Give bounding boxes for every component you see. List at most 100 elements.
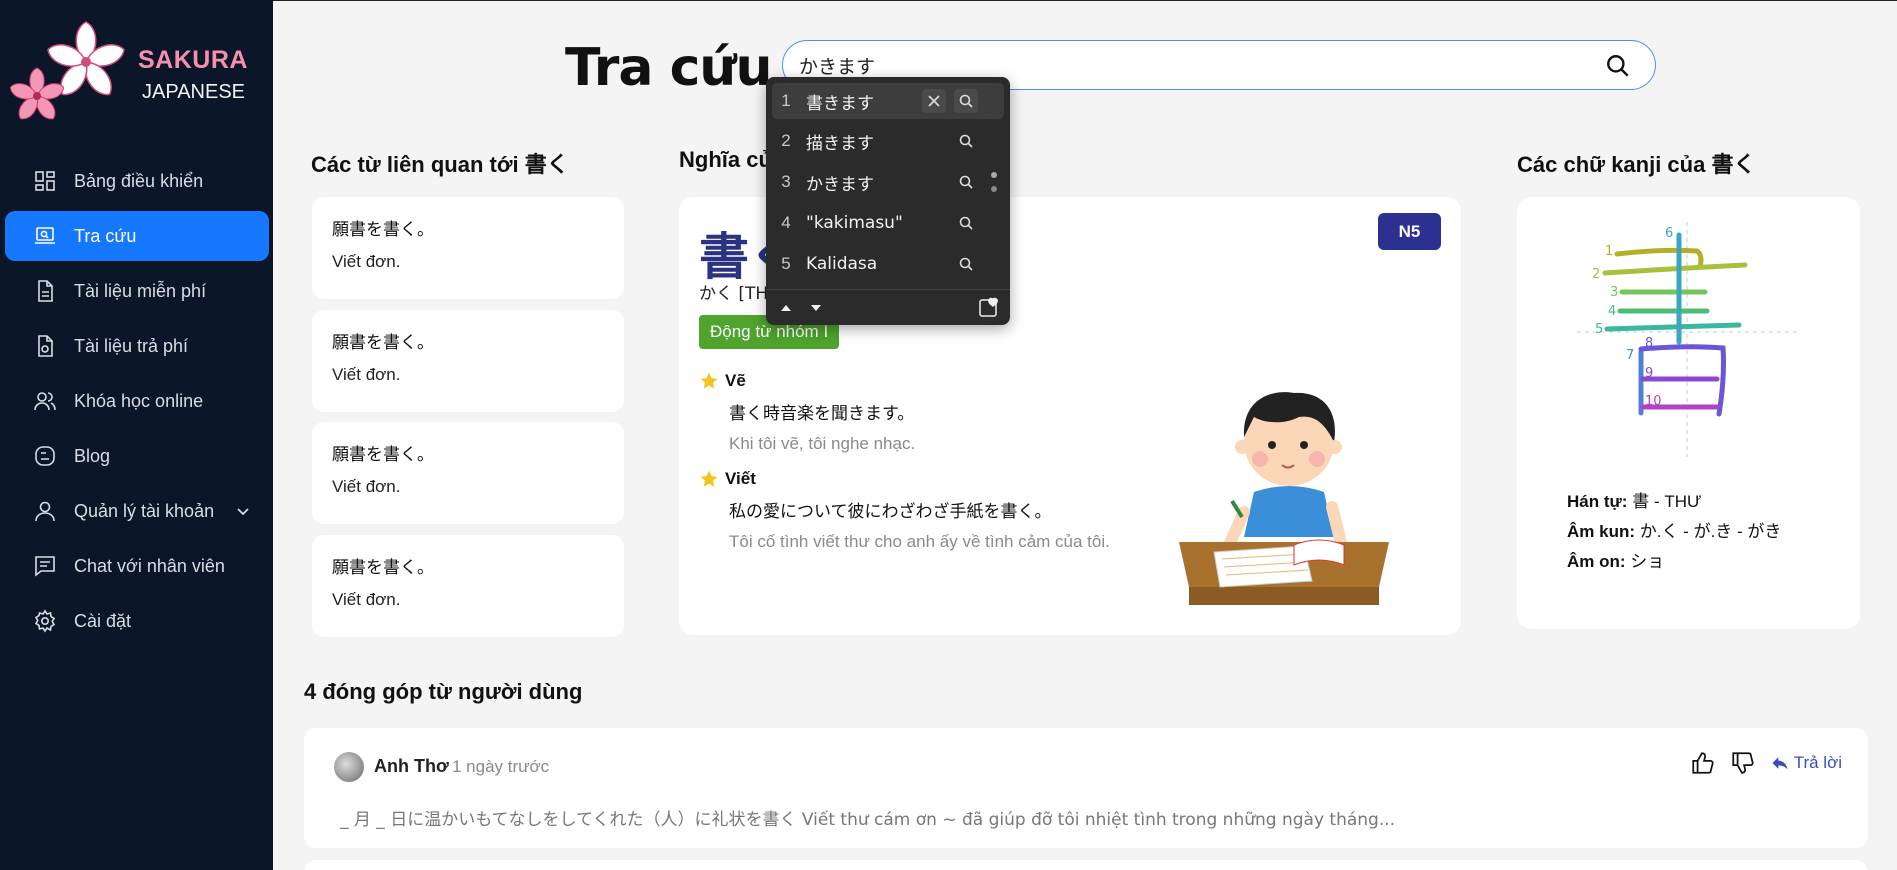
search-icon (959, 94, 973, 108)
sidebar-item-label: Tra cứu (74, 225, 137, 246)
comment-card (304, 860, 1868, 870)
related-word-jp: 願書を書く。 (332, 333, 434, 353)
blog-icon (35, 446, 55, 466)
ime-candidate[interactable]: 5 Kalidasa (772, 246, 1004, 282)
candidate-search-button[interactable] (954, 129, 978, 153)
sidebar-item-lookup[interactable]: Tra cứu (5, 211, 269, 261)
related-word-card[interactable]: 願書を書く。 Viết đơn. (312, 310, 624, 412)
stroke-number: 3 (1610, 285, 1618, 300)
ime-candidate[interactable]: 3 かきます (772, 164, 1004, 200)
brand-subtitle: JAPANESE (142, 81, 245, 103)
avatar[interactable] (334, 752, 364, 782)
sense-head: Vẽ (725, 371, 746, 390)
ime-candidate-text: 描きます (806, 133, 874, 154)
dashboard-icon (35, 171, 55, 191)
sidebar-item-label: Blog (74, 445, 111, 466)
star-icon (700, 372, 718, 389)
page-down-icon[interactable] (808, 300, 824, 316)
search-icon (959, 216, 973, 230)
sidebar-item-blog[interactable]: Blog (5, 431, 269, 481)
stroke-number: 2 (1592, 267, 1600, 282)
reply-button[interactable]: Trả lời (1770, 753, 1842, 773)
stroke-number: 7 (1626, 348, 1634, 363)
document-icon (38, 280, 53, 302)
related-word-card[interactable]: 願書を書く。 Viết đơn. (312, 422, 624, 524)
boy-writing-illustration (1179, 392, 1389, 605)
ime-candidate-text: Kalidasa (806, 254, 878, 274)
search-input[interactable] (799, 50, 1579, 80)
kanji-title: Các chữ kanji của 書く (1517, 152, 1756, 177)
ime-footer (766, 289, 1010, 325)
favorite-icon[interactable] (978, 296, 1000, 318)
related-word-card[interactable]: 願書を書く。 Viết đơn. (312, 535, 624, 637)
gear-icon (34, 609, 56, 633)
kanji-card: 1 2 3 4 5 6 7 8 9 10 Hán tự: 書 - THƯ Âm … (1517, 197, 1860, 629)
users-icon (34, 392, 56, 411)
sidebar-item-paid-docs[interactable]: Tài liệu trả phí (5, 321, 269, 371)
sidebar-item-account[interactable]: Quản lý tài khoản (5, 486, 269, 536)
ime-candidate[interactable]: 4 "kakimasu" (772, 205, 1004, 241)
scroll-indicator-icon[interactable] (990, 169, 998, 197)
on-label: Âm on: (1567, 552, 1626, 571)
sidebar-item-label: Tài liệu miễn phí (74, 280, 207, 301)
candidate-search-button[interactable] (954, 211, 978, 235)
search-icon[interactable] (1605, 53, 1631, 79)
sidebar-item-label: Chat với nhân viên (74, 555, 225, 576)
candidate-search-button[interactable] (954, 252, 978, 276)
sidebar-item-settings[interactable]: Cài đặt (5, 596, 269, 646)
logo[interactable]: SAKURA JAPANESE (10, 14, 260, 134)
candidate-search-button[interactable] (954, 170, 978, 194)
ime-candidate-text: 書きます (806, 93, 874, 114)
sense-head: Viết (725, 469, 756, 488)
sidebar-item-label: Quản lý tài khoản (74, 500, 215, 521)
comment-text: _ 月 _ 日に温かいもてなしをしてくれた（人）に礼状を書く Viết thư … (340, 810, 1396, 830)
sidebar-nav: Bảng điều khiển Tra cứu Tài liệu miễn ph… (5, 156, 269, 651)
kun-value: か.く - が.き - がき (1639, 522, 1782, 541)
comment-author[interactable]: Anh Thơ (374, 756, 449, 777)
page-up-icon[interactable] (778, 300, 794, 316)
comment-time: 1 ngày trước (452, 757, 550, 776)
ime-candidate-text: かきます (806, 174, 874, 195)
ime-candidate[interactable]: 1 書きます (772, 83, 1004, 119)
related-word-jp: 願書を書く。 (332, 220, 434, 240)
kun-label: Âm kun: (1567, 522, 1635, 541)
ime-candidate-popup: 1 書きます 2 描きます 3 かきます 4 "kakimasu" 5 Kali… (766, 77, 1010, 325)
remove-candidate-button[interactable] (922, 89, 946, 113)
related-word-vi: Viết đơn. (332, 590, 401, 609)
ime-candidate[interactable]: 2 描きます (772, 123, 1004, 159)
chevron-down-icon (237, 508, 249, 516)
stroke-number: 8 (1645, 336, 1653, 351)
han-label: Hán tự: (1567, 492, 1628, 511)
comments-title: 4 đóng góp từ người dùng (304, 679, 583, 704)
sidebar-item-free-docs[interactable]: Tài liệu miễn phí (5, 266, 269, 316)
star-icon (700, 470, 718, 487)
search-icon (959, 175, 973, 189)
related-word-card[interactable]: 願書を書く。 Viết đơn. (312, 197, 624, 299)
sidebar-item-online-courses[interactable]: Khóa học online (5, 376, 269, 426)
sidebar-item-label: Khóa học online (74, 390, 204, 411)
search-icon (959, 257, 973, 271)
thumbs-down-icon[interactable] (1730, 750, 1756, 776)
related-word-vi: Viết đơn. (332, 477, 401, 496)
kanji-info: Hán tự: 書 - THƯ Âm kun: か.く - が.き - がき Â… (1567, 487, 1781, 577)
sidebar-item-chat[interactable]: Chat với nhân viên (5, 541, 269, 591)
reply-label: Trả lời (1793, 753, 1842, 772)
thumbs-up-icon[interactable] (1690, 750, 1716, 776)
chat-icon (35, 556, 55, 577)
ime-candidate-text: "kakimasu" (806, 213, 903, 233)
stroke-number: 6 (1665, 226, 1673, 241)
ime-candidate-number: 1 (781, 91, 791, 110)
reading: かく [TH (699, 284, 769, 304)
candidate-search-button[interactable] (954, 89, 978, 113)
stroke-number: 4 (1608, 304, 1616, 319)
related-word-jp: 願書を書く。 (332, 445, 434, 465)
sense-example-jp: 書く時音楽を聞きます。 (729, 404, 915, 424)
stroke-order-diagram[interactable]: 1 2 3 4 5 6 7 8 9 10 (1577, 217, 1797, 457)
sidebar-item-dashboard[interactable]: Bảng điều khiển (5, 156, 269, 206)
comment-card: Anh Thơ 1 ngày trước _ 月 _ 日に温かいもてなしをしてく… (304, 728, 1868, 848)
sense-item: Viết 私の愛について彼にわざわざ手紙を書く。 Tôi cố tình viế… (699, 469, 1110, 552)
sidebar-item-label: Cài đặt (74, 610, 132, 631)
ime-candidate-number: 2 (781, 131, 791, 150)
sense-example-jp: 私の愛について彼にわざわざ手紙を書く。 (729, 502, 1052, 522)
sense-example-vi: Tôi cố tình viết thư cho anh ấy về tình … (729, 532, 1110, 551)
